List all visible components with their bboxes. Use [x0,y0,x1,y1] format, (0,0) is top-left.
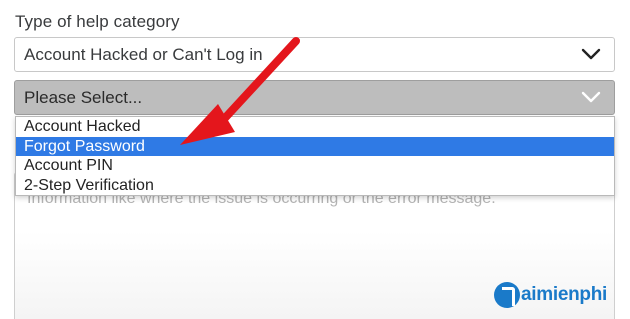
taimienphi-logo-icon [494,282,520,308]
dropdown-option-2-step-verification[interactable]: 2-Step Verification [16,176,614,196]
subcategory-dropdown-list[interactable]: Account Hacked Forgot Password Account P… [15,116,615,196]
chevron-down-icon [581,91,601,103]
help-category-label: Type of help category [15,12,180,31]
help-category-select[interactable]: Account Hacked or Can't Log in [14,37,615,72]
help-category-value: Account Hacked or Can't Log in [24,45,263,64]
chevron-down-icon [581,48,601,60]
help-subcategory-select[interactable]: Please Select... [14,80,615,115]
help-form-panel: Type of help category Account Hacked or … [0,0,630,319]
taimienphi-watermark: aimienphi [494,278,607,312]
dropdown-option-account-pin[interactable]: Account PIN [16,156,614,176]
help-subcategory-value: Please Select... [24,88,143,107]
dropdown-option-forgot-password[interactable]: Forgot Password [16,136,614,156]
dropdown-option-account-hacked[interactable]: Account Hacked [16,117,614,137]
watermark-text: aimienphi [521,284,607,305]
